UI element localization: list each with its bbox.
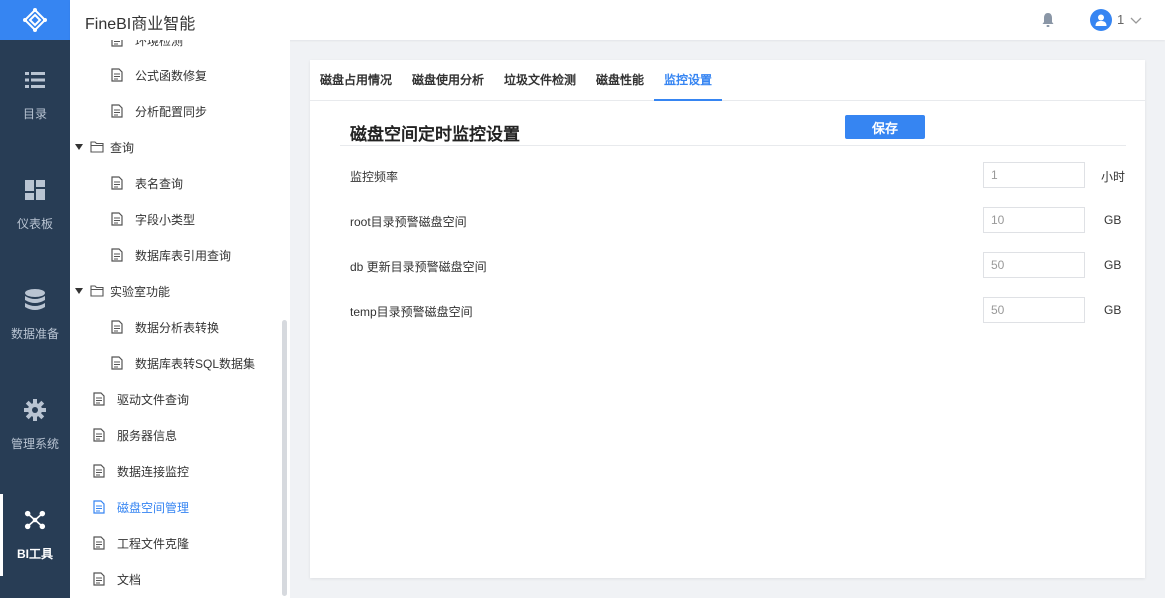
nav-item-label: 仪表板 [16,216,53,231]
db-warning-input[interactable] [983,252,1085,278]
tree-item-label: 数据库表引用查询 [135,248,232,263]
root-warning-unit: GB [1104,213,1122,227]
nav-item-dashboard[interactable]: 仪表板 [0,150,70,260]
tree-item-label: 数据分析表转换 [135,320,220,335]
nav-item-label: 目录 [22,106,47,121]
document-icon [92,392,106,406]
document-icon [92,536,106,550]
tree-item-label: 文档 [117,572,142,587]
tree-item-formula-repair[interactable]: 公式函数修复 [110,65,207,85]
user-avatar[interactable] [1090,9,1112,31]
tree-item-label: 字段小类型 [135,212,196,227]
document-icon [92,428,106,442]
left-nav: 目录 仪表板 数据准备 管理系统 BI工具 [0,0,70,598]
document-icon [110,356,124,370]
tree-item-label: 驱动文件查询 [117,392,190,407]
tree-item-label: 服务器信息 [117,428,178,443]
save-button[interactable]: 保存 [845,115,925,139]
app-title: FineBI商业智能 [85,16,196,33]
frequency-unit: 小时 [1101,170,1126,184]
document-icon [110,212,124,226]
nav-item-data-prep[interactable]: 数据准备 [0,260,70,370]
tree-item-label: 公式函数修复 [135,68,208,83]
content-panel: 磁盘占用情况 磁盘使用分析 垃圾文件检测 磁盘性能 监控设置 磁盘空间定时监控设… [310,60,1145,578]
logo-icon [23,8,47,32]
nav-item-label: 管理系统 [10,436,59,451]
chevron-down-icon[interactable] [1129,13,1143,27]
tree-item-label: 分析配置同步 [135,104,208,119]
tree-item-project-clone[interactable]: 工程文件克隆 [92,533,189,553]
nav-item-label: 数据准备 [10,326,59,341]
document-icon [110,176,124,190]
document-icon [110,248,124,262]
frequency-input[interactable] [983,162,1085,188]
tree-item-docs[interactable]: 文档 [92,569,141,589]
temp-warning-input[interactable] [983,297,1085,323]
tree-item-config-sync[interactable]: 分析配置同步 [110,101,207,121]
user-icon [1095,14,1107,26]
function-tree: 环境检测 公式函数修复 分析配置同步 查询 表名查询 字段小类型 数据库表引用查… [70,40,290,598]
tree-item-db-to-sql[interactable]: 数据库表转SQL数据集 [110,353,255,373]
frequency-label: 监控频率 [350,170,399,184]
tree-folder-query[interactable]: 查询 [74,137,134,157]
tree-item-connection-monitor[interactable]: 数据连接监控 [92,461,189,481]
nav-item-management[interactable]: 管理系统 [0,370,70,480]
tree-item-env-check[interactable]: 环境检测 [110,40,183,50]
temp-warning-unit: GB [1104,303,1122,317]
logo[interactable] [0,0,70,40]
document-icon [92,500,106,514]
tab-junk-detection[interactable]: 垃圾文件检测 [504,60,576,101]
tree-item-label: 数据库表转SQL数据集 [135,356,256,371]
tree-scrollbar[interactable] [282,320,287,596]
tree-item-driver-query[interactable]: 驱动文件查询 [92,389,189,409]
tree-item-label: 数据连接监控 [117,464,190,479]
tree-item-label: 磁盘空间管理 [117,500,190,515]
bell-icon[interactable] [1040,12,1056,28]
tree-item-label: 环境检测 [135,40,184,48]
temp-warning-label: temp目录预警磁盘空间 [350,305,473,319]
caret-down-icon[interactable] [74,286,84,296]
tree-item-table-name-query[interactable]: 表名查询 [110,173,183,193]
tree-item-label: 表名查询 [135,176,184,191]
tab-monitor-settings[interactable]: 监控设置 [654,60,723,101]
folder-icon [90,140,104,154]
divider [340,145,1126,146]
tab-disk-performance[interactable]: 磁盘性能 [596,60,644,101]
nav-item-label: BI工具 [16,546,53,561]
gear-icon [24,398,46,421]
nav-item-catalog[interactable]: 目录 [0,40,70,150]
nav-item-bi-tools[interactable]: BI工具 [0,480,70,590]
user-name[interactable]: 1 [1117,12,1124,27]
top-header: FineBI商业智能 1 [70,0,1165,40]
tab-usage-analysis[interactable]: 磁盘使用分析 [412,60,484,101]
tree-item-label: 工程文件克隆 [117,536,190,551]
tree-item-disk-management[interactable]: 磁盘空间管理 [92,497,189,517]
dashboard-icon [24,179,46,201]
tree-item-field-subtype[interactable]: 字段小类型 [110,209,195,229]
tree-folder-lab[interactable]: 实验室功能 [74,281,170,301]
folder-icon [90,284,104,298]
document-icon [110,320,124,334]
document-icon [92,572,106,586]
section-title: 磁盘空间定时监控设置 [350,125,520,144]
root-warning-input[interactable] [983,207,1085,233]
db-warning-unit: GB [1104,258,1122,272]
tree-item-server-info[interactable]: 服务器信息 [92,425,177,445]
caret-down-icon[interactable] [74,142,84,152]
tree-item-db-ref-query[interactable]: 数据库表引用查询 [110,245,231,265]
tree-item-label: 实验室功能 [110,284,171,299]
network-icon [24,509,46,531]
tree-item-analysis-convert[interactable]: 数据分析表转换 [110,317,219,337]
document-icon [92,464,106,478]
root-warning-label: root目录预警磁盘空间 [350,215,467,229]
db-warning-label: db 更新目录预警磁盘空间 [350,260,487,274]
document-icon [110,40,124,47]
tab-disk-usage[interactable]: 磁盘占用情况 [320,60,392,101]
document-icon [110,104,124,118]
tree-item-label: 查询 [110,140,135,155]
database-icon [24,288,46,311]
list-icon [24,69,46,91]
document-icon [110,68,124,82]
tab-bar: 磁盘占用情况 磁盘使用分析 垃圾文件检测 磁盘性能 监控设置 [310,60,1145,101]
